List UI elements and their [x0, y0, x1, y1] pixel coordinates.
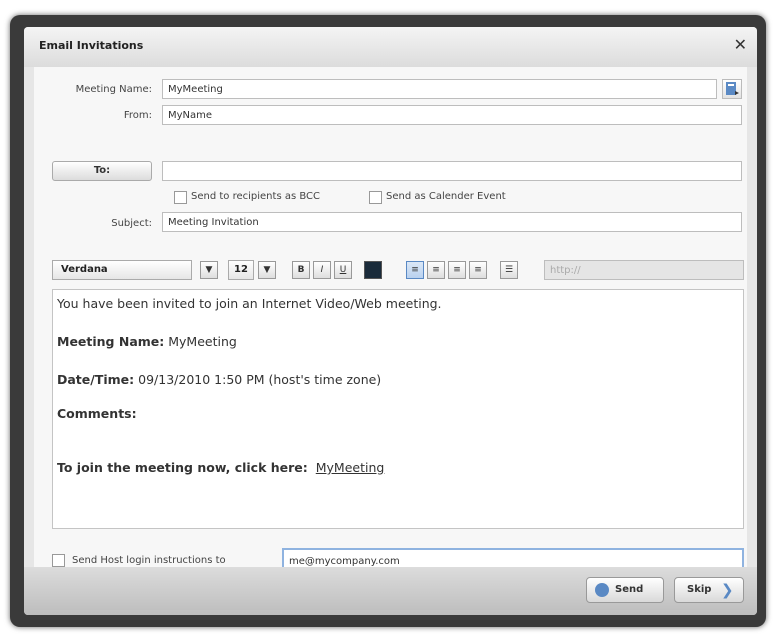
editor-datetime-label: Date/Time: — [57, 372, 135, 387]
dialog-body: Meeting Name: MyMeeting From: MyName To:… — [34, 67, 747, 574]
send-icon — [595, 583, 609, 597]
email-invitations-dialog: Email Invitations ✕ Meeting Name: MyMeet… — [24, 27, 757, 615]
skip-button[interactable]: Skip ❯ — [674, 577, 744, 603]
align-right-icon[interactable]: ≡ — [448, 261, 466, 279]
bcc-label: Send to recipients as BCC — [191, 191, 320, 202]
justify-icon[interactable]: ≡ — [469, 261, 487, 279]
send-button[interactable]: Send — [586, 577, 664, 603]
text-color-icon[interactable] — [364, 261, 382, 279]
align-left-icon[interactable]: ≡ — [406, 261, 424, 279]
dropdown-arrow-icon[interactable]: ▼ — [258, 261, 276, 279]
meeting-name-label: Meeting Name: — [75, 84, 152, 95]
editor-join-label: To join the meeting now, click here: — [57, 460, 308, 475]
to-field[interactable] — [162, 161, 742, 181]
editor-meeting-label: Meeting Name: — [57, 334, 165, 349]
send-label: Send — [615, 584, 644, 595]
editor-comments-label: Comments: — [57, 406, 137, 421]
close-icon[interactable]: ✕ — [734, 35, 747, 54]
bcc-checkbox[interactable] — [174, 191, 187, 204]
from-field[interactable]: MyName — [162, 105, 742, 125]
chevron-right-icon: ❯ — [721, 581, 734, 599]
underline-icon[interactable]: U — [334, 261, 352, 279]
size-value: 12 — [234, 264, 248, 275]
host-instructions-label: Send Host login instructions to — [72, 555, 226, 566]
font-select[interactable]: Verdana — [52, 260, 192, 280]
editor-datetime-value: 09/13/2010 1:50 PM (host's time zone) — [134, 372, 382, 387]
bold-icon[interactable]: B — [292, 261, 310, 279]
subject-field[interactable]: Meeting Invitation — [162, 212, 742, 232]
contacts-icon[interactable] — [722, 79, 742, 99]
editor-intro: You have been invited to join an Interne… — [57, 296, 442, 311]
editor-meeting-line: Meeting Name: MyMeeting — [57, 334, 237, 349]
meeting-name-field[interactable]: MyMeeting — [162, 79, 717, 99]
url-input[interactable]: http:// — [544, 260, 744, 280]
subject-label: Subject: — [111, 218, 152, 229]
font-value: Verdana — [61, 264, 108, 275]
join-meeting-link[interactable]: MyMeeting — [316, 460, 385, 475]
editor-meeting-value: MyMeeting — [164, 334, 237, 349]
message-editor[interactable]: You have been invited to join an Interne… — [52, 289, 744, 529]
dialog-footer: Send Skip ❯ — [24, 567, 757, 615]
title-bar: Email Invitations ✕ — [24, 27, 757, 67]
from-label: From: — [123, 110, 152, 121]
url-placeholder: http:// — [550, 265, 581, 276]
italic-icon[interactable]: I — [313, 261, 331, 279]
skip-label: Skip — [687, 584, 712, 595]
editor-join-line: To join the meeting now, click here: MyM… — [57, 460, 384, 475]
size-select[interactable]: 12 — [228, 260, 254, 280]
editor-comments-text: Comments: — [57, 406, 137, 421]
editor-datetime-line: Date/Time: 09/13/2010 1:50 PM (host's ti… — [57, 372, 381, 387]
host-instructions-checkbox[interactable] — [52, 554, 65, 567]
calendar-label: Send as Calender Event — [386, 191, 506, 202]
dialog-title: Email Invitations — [39, 39, 144, 52]
align-center-icon[interactable]: ≡ — [427, 261, 445, 279]
calendar-checkbox[interactable] — [369, 191, 382, 204]
to-button[interactable]: To: — [52, 161, 152, 181]
dropdown-arrow-icon[interactable]: ▼ — [200, 261, 218, 279]
list-icon[interactable]: ☰ — [500, 261, 518, 279]
